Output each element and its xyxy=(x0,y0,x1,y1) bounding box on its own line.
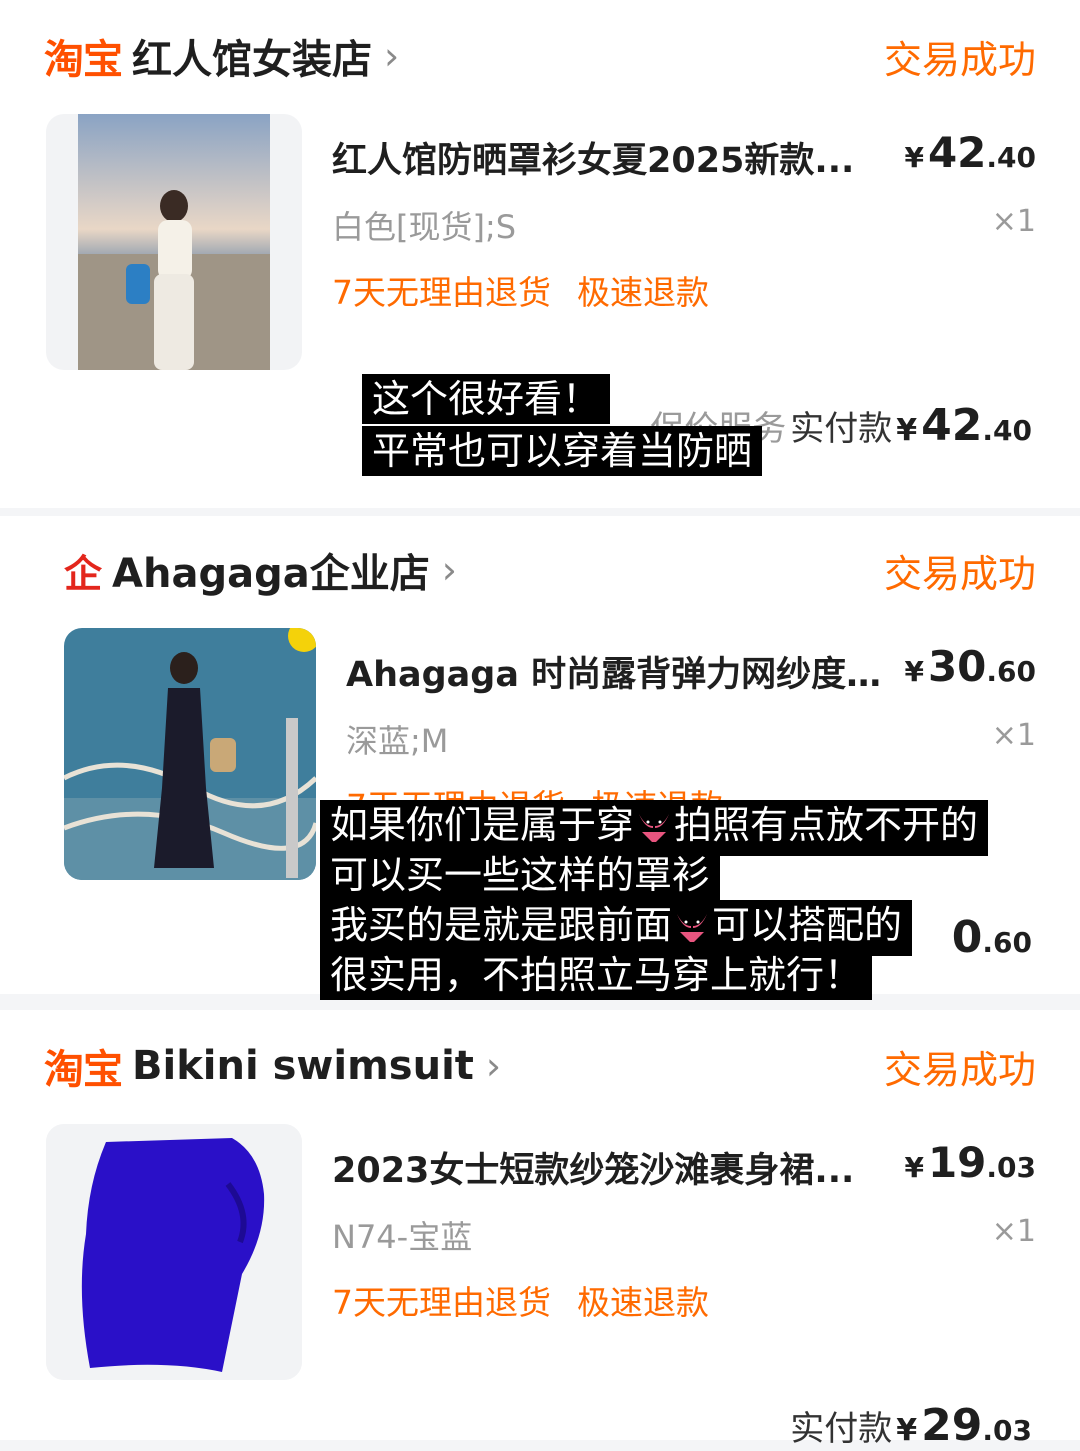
product-thumbnail[interactable] xyxy=(46,114,302,370)
caption-line: 我买的是就是跟前面 可以搭配的 xyxy=(320,900,913,956)
product-title[interactable]: 2023女士短款纱笼沙滩裹身裙... xyxy=(332,1142,892,1193)
bikini-emoji-icon xyxy=(636,806,672,856)
caption-line: 如果你们是属于穿 拍照有点放不开的 xyxy=(320,800,989,856)
service-tags: 7天无理由退货极速退款 xyxy=(332,266,709,314)
tag-refund: 极速退款 xyxy=(577,1283,709,1322)
tag-refund: 极速退款 xyxy=(577,273,709,312)
caption-line: 很实用，不拍照立马穿上就行！ xyxy=(320,950,873,1000)
order-total: 0.60 xyxy=(951,912,1032,963)
chevron-right-icon[interactable]: › xyxy=(384,34,399,78)
shop-name[interactable]: 红人馆女装店 xyxy=(132,27,372,85)
taobao-logo: 淘宝 xyxy=(44,1047,123,1093)
caption-line: 可以买一些这样的罩衫 xyxy=(320,850,721,900)
product-title[interactable]: Ahagaga 时尚露背弹力网纱度... xyxy=(346,646,886,697)
product-title[interactable]: 红人馆防晒罩衫女夏2025新款... xyxy=(332,132,892,183)
tag-return: 7天无理由退货 xyxy=(332,273,551,312)
order-card-3[interactable]: 淘宝 Bikini swimsuit › 交易成功 2023女士短款纱笼沙滩裹身… xyxy=(0,1010,1080,1451)
shop-name[interactable]: Bikini swimsuit xyxy=(132,1043,474,1089)
product-price: ¥42.40 xyxy=(904,128,1036,177)
shop-header-1[interactable]: 淘宝 红人馆女装店 › 交易成功 xyxy=(44,26,1036,86)
shop-header-3[interactable]: 淘宝 Bikini swimsuit › 交易成功 xyxy=(44,1036,1036,1096)
taobao-logo: 淘宝 xyxy=(44,37,123,83)
product-spec: N74-宝蓝 xyxy=(332,1218,473,1256)
shop-header-2[interactable]: 企 Ahagaga企业店 › 交易成功 xyxy=(64,540,1036,600)
enterprise-logo: 企 xyxy=(64,551,103,596)
product-price: ¥30.60 xyxy=(904,642,1036,691)
product-spec: 白色[现货];S xyxy=(332,208,517,246)
chevron-right-icon[interactable]: › xyxy=(486,1044,501,1088)
product-quantity: ×1 xyxy=(991,204,1036,239)
caption-line: 平常也可以穿着当防晒 xyxy=(362,426,763,476)
chevron-right-icon[interactable]: › xyxy=(442,548,457,592)
service-tags: 7天无理由退货极速退款 xyxy=(332,1276,709,1324)
shop-name[interactable]: Ahagaga企业店 xyxy=(112,541,430,599)
order-status: 交易成功 xyxy=(883,1047,1036,1092)
product-quantity: ×1 xyxy=(991,718,1036,753)
tag-return: 7天无理由退货 xyxy=(332,1283,551,1322)
bikini-emoji-icon xyxy=(674,906,710,956)
order-total: 实付款 ¥29.03 xyxy=(790,1400,1032,1451)
product-thumbnail[interactable] xyxy=(64,628,316,880)
product-price: ¥19.03 xyxy=(904,1138,1036,1187)
caption-line: 这个很好看！ xyxy=(362,374,611,424)
product-quantity: ×1 xyxy=(991,1214,1036,1249)
product-spec: 深蓝;M xyxy=(346,722,449,760)
order-status: 交易成功 xyxy=(883,551,1036,596)
order-status: 交易成功 xyxy=(883,37,1036,82)
product-thumbnail[interactable] xyxy=(46,1124,302,1380)
